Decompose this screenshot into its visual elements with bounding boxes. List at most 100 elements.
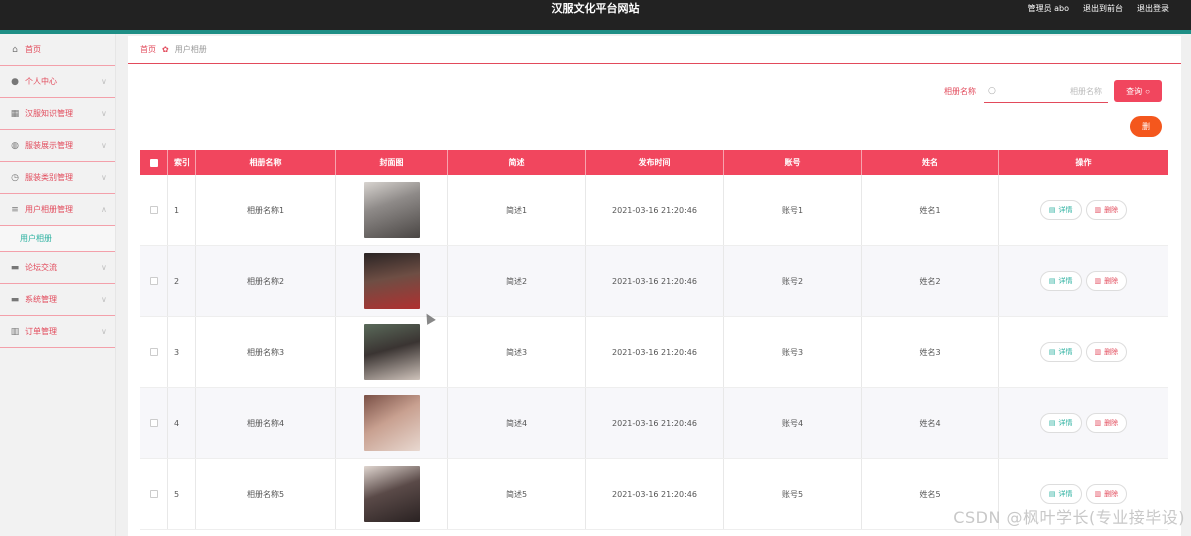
row-index: 4	[168, 388, 196, 458]
sidebar-item-label: 订单管理	[25, 327, 57, 336]
row-publish-time: 2021-03-16 21:20:46	[586, 246, 724, 316]
select-all-cell[interactable]	[140, 150, 168, 175]
header-links: 管理员 abo 退出到前台 退出登录	[1028, 0, 1169, 17]
header-description: 简述	[448, 150, 586, 175]
row-cover-cell	[336, 317, 448, 387]
header-cover: 封面图	[336, 150, 448, 175]
row-checkbox[interactable]	[149, 206, 158, 214]
row-publish-time: 2021-03-16 21:20:46	[586, 459, 724, 529]
row-description: 简述5	[448, 459, 586, 529]
row-cover-cell	[336, 175, 448, 245]
detail-button[interactable]: ▤ 详情	[1039, 271, 1082, 291]
batch-delete-button[interactable]: 删	[1130, 116, 1162, 137]
sidebar-subitem-user-album[interactable]: 用户相册	[0, 226, 115, 252]
settings-icon: ▬	[10, 294, 20, 305]
detail-label: 详情	[1058, 277, 1073, 285]
exit-to-front-link[interactable]: 退出到前台	[1083, 0, 1123, 17]
row-index: 1	[168, 175, 196, 245]
detail-button[interactable]: ▤ 详情	[1039, 413, 1082, 433]
row-checkbox[interactable]	[149, 490, 158, 498]
header-actions: 操作	[1075, 158, 1092, 167]
detail-button[interactable]: ▤ 详情	[1039, 484, 1082, 504]
chevron-down-icon: ∨	[101, 295, 107, 304]
row-cover-cell	[336, 459, 448, 529]
row-cover-cell	[336, 246, 448, 316]
delete-button[interactable]: ▥ 删除	[1085, 413, 1128, 433]
row-actions: ▤ 详情 ▥ 删除	[999, 388, 1168, 458]
delete-label: 删除	[1104, 348, 1119, 356]
delete-button[interactable]: ▥ 删除	[1085, 200, 1128, 220]
row-publish-time: 2021-03-16 21:20:46	[586, 388, 724, 458]
cover-image	[363, 253, 420, 309]
trash-icon: ▥	[1094, 277, 1102, 285]
document-icon: ▤	[1048, 490, 1056, 498]
grid-icon: ▦	[10, 108, 20, 119]
row-checkbox-cell	[140, 459, 168, 529]
site-title: 汉服文化平台网站	[551, 2, 640, 15]
row-person-name: 姓名3	[862, 317, 999, 387]
sidebar-item-label: 服装类别管理	[25, 173, 73, 182]
row-publish-time: 2021-03-16 21:20:46	[586, 175, 724, 245]
sidebar-item-clothing-display[interactable]: ◍ 服装展示管理 ∨	[0, 130, 115, 162]
chevron-down-icon: ∨	[101, 77, 107, 86]
sidebar-item-label: 汉服知识管理	[25, 109, 73, 118]
logout-link[interactable]: 退出登录	[1137, 0, 1169, 17]
search-icon: ○	[1145, 86, 1150, 96]
trash-icon: ▥	[1094, 348, 1102, 356]
detail-label: 详情	[1058, 419, 1073, 427]
select-all-checkbox[interactable]	[149, 158, 158, 167]
sidebar-item-personal-center[interactable]: ● 个人中心 ∨	[0, 66, 115, 98]
header-index: 索引	[168, 150, 196, 175]
row-album-name: 相册名称3	[196, 317, 336, 387]
search-input[interactable]	[1002, 83, 1102, 99]
sidebar-item-clothing-category[interactable]: ◷ 服装类别管理 ∨	[0, 162, 115, 194]
table-row: 4 相册名称4 简述4 2021-03-16 21:20:46 账号4 姓名4 …	[140, 388, 1168, 459]
row-account: 账号1	[724, 175, 862, 245]
query-button[interactable]: 查询 ○	[1114, 80, 1162, 102]
delete-button[interactable]: ▥ 删除	[1085, 271, 1128, 291]
row-person-name: 姓名4	[862, 388, 999, 458]
row-checkbox-cell	[140, 317, 168, 387]
row-description: 简述2	[448, 246, 586, 316]
row-checkbox[interactable]	[149, 348, 158, 356]
globe-icon: ◍	[11, 140, 19, 151]
chevron-down-icon: ∨	[101, 109, 107, 118]
trash-icon: ▥	[1094, 490, 1102, 498]
row-checkbox[interactable]	[149, 277, 158, 285]
watermark: CSDN @枫叶学长(专业接毕设)	[953, 508, 1185, 527]
sidebar-item-label: 系统管理	[25, 295, 57, 304]
row-person-name: 姓名1	[862, 175, 999, 245]
home-icon: ⌂	[12, 44, 18, 55]
delete-button[interactable]: ▥ 删除	[1085, 342, 1128, 362]
sidebar-item-forum[interactable]: ▬ 论坛交流 ∨	[0, 252, 115, 284]
sidebar-item-hanfu-knowledge[interactable]: ▦ 汉服知识管理 ∨	[0, 98, 115, 130]
sidebar-item-system[interactable]: ▬ 系统管理 ∨	[0, 284, 115, 316]
chevron-down-icon: ∨	[101, 327, 107, 336]
chevron-down-icon: ∨	[101, 263, 107, 272]
row-account: 账号2	[724, 246, 862, 316]
cover-image	[363, 395, 420, 451]
breadcrumb-current: 用户相册	[174, 45, 207, 54]
delete-label: 删除	[1104, 206, 1119, 214]
detail-button[interactable]: ▤ 详情	[1039, 200, 1082, 220]
sidebar-item-label: 首页	[25, 45, 41, 54]
row-album-name: 相册名称1	[196, 175, 336, 245]
delete-label: 删除	[1104, 490, 1119, 498]
sidebar-item-user-album[interactable]: ≡ 用户相册管理 ∧	[0, 194, 115, 226]
document-icon: ▤	[1048, 419, 1056, 427]
sidebar-item-label: 论坛交流	[25, 263, 57, 272]
row-index: 5	[168, 459, 196, 529]
sidebar-item-home[interactable]: ⌂ 首页	[0, 34, 115, 66]
row-actions: ▤ 详情 ▥ 删除	[999, 175, 1168, 245]
breadcrumb-home[interactable]: 首页	[140, 44, 156, 55]
row-checkbox[interactable]	[149, 419, 158, 427]
sidebar-item-orders[interactable]: ▥ 订单管理 ∨	[0, 316, 115, 348]
trash-icon: ▥	[1094, 206, 1102, 214]
detail-label: 详情	[1058, 490, 1073, 498]
row-checkbox-cell	[140, 175, 168, 245]
detail-button[interactable]: ▤ 详情	[1039, 342, 1082, 362]
row-album-name: 相册名称5	[196, 459, 336, 529]
chevron-down-icon: ∨	[101, 141, 107, 150]
delete-button[interactable]: ▥ 删除	[1085, 484, 1128, 504]
detail-label: 详情	[1058, 206, 1073, 214]
